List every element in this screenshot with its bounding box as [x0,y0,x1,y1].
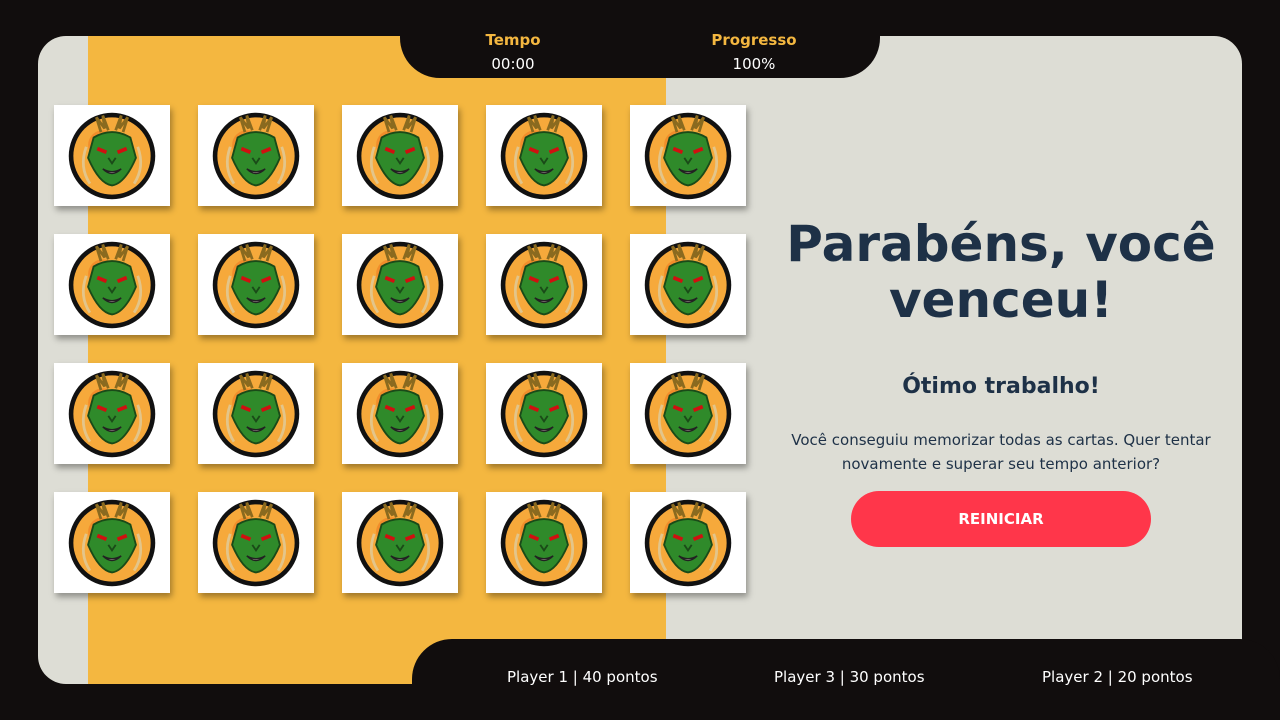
memory-card[interactable] [630,234,746,335]
memory-card[interactable] [198,234,314,335]
dragon-card-icon [66,368,158,460]
memory-card[interactable] [630,492,746,593]
memory-card[interactable] [54,105,170,206]
dragon-card-icon [642,368,734,460]
player-score: Player 2 | 20 pontos [1042,668,1193,686]
dragon-card-icon [642,497,734,589]
dragon-card-icon [210,110,302,202]
time-stat: Tempo 00:00 [433,30,593,74]
memory-card[interactable] [630,363,746,464]
memory-card[interactable] [342,363,458,464]
memory-card[interactable] [198,492,314,593]
dragon-card-icon [642,239,734,331]
memory-card[interactable] [198,105,314,206]
memory-card[interactable] [486,234,602,335]
dragon-card-icon [498,110,590,202]
memory-card[interactable] [54,234,170,335]
dragon-card-icon [354,110,446,202]
player-score: Player 1 | 40 pontos [507,668,658,686]
memory-card[interactable] [486,492,602,593]
win-message: Você conseguiu memorizar todas as cartas… [791,431,1211,473]
dragon-card-icon [66,110,158,202]
memory-card[interactable] [198,363,314,464]
dragon-card-icon [66,497,158,589]
memory-card[interactable] [342,105,458,206]
memory-card[interactable] [54,492,170,593]
dragon-card-icon [498,368,590,460]
dragon-card-icon [354,239,446,331]
memory-card[interactable] [486,363,602,464]
player-score: Player 3 | 30 pontos [774,668,925,686]
dragon-card-icon [498,239,590,331]
dragon-card-icon [354,497,446,589]
dragon-card-icon [354,368,446,460]
win-title: Parabéns, você venceu! [786,215,1216,329]
time-label: Tempo [485,31,541,49]
dragon-card-icon [642,110,734,202]
time-value: 00:00 [491,55,535,73]
dragon-card-icon [210,368,302,460]
memory-card[interactable] [54,363,170,464]
memory-card[interactable] [486,105,602,206]
dragon-card-icon [66,239,158,331]
dragon-card-icon [210,239,302,331]
memory-card[interactable] [342,234,458,335]
win-subtitle: Ótimo trabalho! [902,374,1100,399]
dragon-card-icon [498,497,590,589]
card-grid [54,105,746,593]
dragon-card-icon [210,497,302,589]
scoreboard: Player 1 | 40 pontos Player 3 | 30 ponto… [412,639,1280,720]
restart-button[interactable]: REINICIAR [851,491,1151,547]
memory-card[interactable] [630,105,746,206]
win-panel: Parabéns, você venceu! Ótimo trabalho! V… [760,0,1242,720]
memory-card[interactable] [342,492,458,593]
